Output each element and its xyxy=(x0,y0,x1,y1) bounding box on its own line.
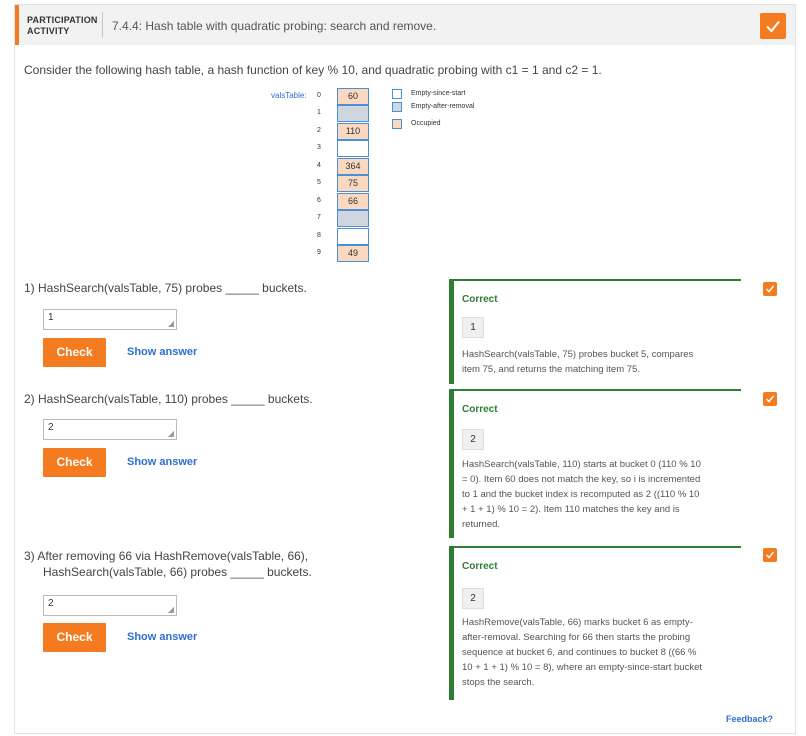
feedback-answer: 2 xyxy=(462,429,484,450)
feedback-line: 10 + 1 + 1) % 10 = 8), where an empty-si… xyxy=(462,662,702,673)
bucket-cell: 60 xyxy=(337,88,369,105)
feedback-answer: 2 xyxy=(462,588,484,609)
feedback-line: HashSearch(valsTable, 75) probes bucket … xyxy=(462,349,694,360)
legend-swatch-occupied xyxy=(392,119,402,129)
feedback-link[interactable]: Feedback? xyxy=(726,714,773,724)
participation-activity-card: PARTICIPATION ACTIVITY 7.4.4: Hash table… xyxy=(14,4,796,734)
question-number: 2) xyxy=(24,392,35,406)
feedback-answer: 1 xyxy=(462,317,484,338)
activity-header: PARTICIPATION ACTIVITY 7.4.4: Hash table… xyxy=(15,5,795,45)
show-answer-link[interactable]: Show answer xyxy=(127,456,197,468)
legend-label: Occupied xyxy=(411,120,441,127)
question-number: 3) xyxy=(24,549,35,563)
feedback-line: HashSearch(valsTable, 110) starts at buc… xyxy=(462,459,701,470)
answer-input[interactable]: 2 ◢ xyxy=(43,595,177,616)
feedback-line: = 0). Item 60 does not match the key, so… xyxy=(462,474,701,485)
resize-grip-icon[interactable]: ◢ xyxy=(168,606,174,614)
answer-input[interactable]: 2 ◢ xyxy=(43,419,177,440)
feedback-explanation: HashRemove(valsTable, 66) marks bucket 6… xyxy=(462,615,746,690)
question-number: 1) xyxy=(24,281,35,295)
feedback-line: returned. xyxy=(462,519,501,530)
answer-value: 2 xyxy=(48,598,54,609)
question-1: 1) HashSearch(valsTable, 75) probes ____… xyxy=(24,280,307,296)
bucket-cell: 364 xyxy=(337,158,369,175)
bucket-cell xyxy=(337,140,369,157)
answer-value: 1 xyxy=(48,312,54,323)
resize-grip-icon[interactable]: ◢ xyxy=(168,320,174,328)
feedback-line: HashRemove(valsTable, 66) marks bucket 6… xyxy=(462,617,693,628)
table-label: valsTable: xyxy=(271,91,307,100)
legend-label: Empty-after-removal xyxy=(411,103,475,110)
legend-swatch-empty-since-start xyxy=(392,89,402,99)
legend-swatch-empty-after-removal xyxy=(392,102,402,112)
feedback-line: + 1 + 1) % 10 = 2). Item 110 matches the… xyxy=(462,504,680,515)
legend-label: Empty-since-start xyxy=(411,90,466,97)
feedback-panel: Correct 2 HashSearch(valsTable, 110) sta… xyxy=(449,389,741,538)
bucket-index: 6 xyxy=(317,197,321,204)
activity-title: 7.4.4: Hash table with quadratic probing… xyxy=(112,19,437,33)
bucket-index: 2 xyxy=(317,127,321,134)
bucket-cell: 75 xyxy=(337,175,369,192)
answer-input[interactable]: 1 ◢ xyxy=(43,309,177,330)
feedback-explanation: HashSearch(valsTable, 110) starts at buc… xyxy=(462,457,746,532)
feedback-line: to 1 and the bucket index is recomputed … xyxy=(462,489,700,500)
header-divider xyxy=(102,12,103,38)
feedback-line: sequence at bucket 6, and continues to b… xyxy=(462,647,697,658)
feedback-title: Correct xyxy=(462,404,498,415)
bucket-index: 4 xyxy=(317,162,321,169)
feedback-panel: Correct 1 HashSearch(valsTable, 75) prob… xyxy=(449,279,741,384)
completed-checkmark-icon xyxy=(763,282,777,296)
participation-label-line2: ACTIVITY xyxy=(27,26,70,36)
resize-grip-icon[interactable]: ◢ xyxy=(168,430,174,438)
bucket-index: 7 xyxy=(317,214,321,221)
question-text: After removing 66 via HashRemove(valsTab… xyxy=(37,549,309,563)
participation-label-line1: PARTICIPATION xyxy=(27,15,98,25)
bucket-index: 9 xyxy=(317,249,321,256)
feedback-title: Correct xyxy=(462,294,498,305)
bucket-cell xyxy=(337,210,369,227)
answer-value: 2 xyxy=(48,422,54,433)
question-2: 2) HashSearch(valsTable, 110) probes ___… xyxy=(24,391,313,407)
check-button[interactable]: Check xyxy=(43,338,106,367)
completed-checkmark-icon xyxy=(763,548,777,562)
feedback-line: item 75, and returns the matching item 7… xyxy=(462,364,640,375)
question-3: 3) After removing 66 via HashRemove(vals… xyxy=(24,548,312,580)
feedback-title: Correct xyxy=(462,561,498,572)
bucket-cell: 66 xyxy=(337,193,369,210)
bucket-index: 0 xyxy=(317,92,321,99)
feedback-line: stops the search. xyxy=(462,677,535,688)
feedback-panel: Correct 2 HashRemove(valsTable, 66) mark… xyxy=(449,546,741,700)
bucket-cell: 110 xyxy=(337,123,369,140)
bucket-index: 1 xyxy=(317,109,321,116)
bucket-cell xyxy=(337,105,369,122)
bucket-cell: 49 xyxy=(337,245,369,262)
question-text-line2: HashSearch(valsTable, 66) probes _____ b… xyxy=(43,565,312,579)
check-button[interactable]: Check xyxy=(43,448,106,477)
question-text: HashSearch(valsTable, 110) probes _____ … xyxy=(38,392,313,406)
completed-checkmark-icon xyxy=(763,392,777,406)
bucket-index: 3 xyxy=(317,144,321,151)
participation-activity-label: PARTICIPATION ACTIVITY xyxy=(27,15,98,37)
show-answer-link[interactable]: Show answer xyxy=(127,346,197,358)
bucket-index: 8 xyxy=(317,232,321,239)
feedback-line: after-removal. Searching for 66 then sta… xyxy=(462,632,691,643)
bucket-index: 5 xyxy=(317,179,321,186)
question-text: HashSearch(valsTable, 75) probes _____ b… xyxy=(38,281,307,295)
check-button[interactable]: Check xyxy=(43,623,106,652)
checkmark-icon xyxy=(760,13,786,39)
intro-text: Consider the following hash table, a has… xyxy=(24,63,602,77)
feedback-explanation: HashSearch(valsTable, 75) probes bucket … xyxy=(462,347,746,377)
bucket-cell xyxy=(337,228,369,245)
show-answer-link[interactable]: Show answer xyxy=(127,631,197,643)
